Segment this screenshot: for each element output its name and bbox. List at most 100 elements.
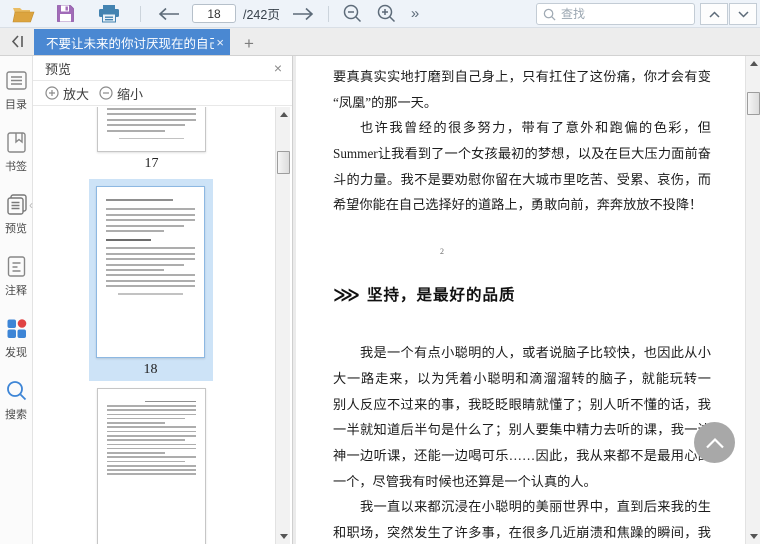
thumb-text-block — [104, 208, 197, 232]
scroll-up-icon[interactable] — [746, 56, 760, 71]
thumb-text-line — [106, 269, 164, 272]
page-thumbnail-selected[interactable] — [96, 186, 205, 358]
thumb-text-block — [105, 404, 198, 476]
bookmark-icon — [6, 132, 26, 153]
find-input[interactable] — [561, 7, 688, 21]
search-icon — [6, 381, 26, 401]
text-line: 也许我曾经的很多努力，带有了意外和跑偏的色彩，但 — [360, 120, 711, 136]
open-file-icon[interactable] — [12, 5, 35, 23]
panel-close-icon[interactable]: × — [274, 61, 282, 75]
scroll-up-icon[interactable] — [276, 107, 291, 122]
thumbnail-zoom-in-button[interactable]: 放大 — [45, 84, 89, 103]
text-line: 一个，尽管我有时候也还算是一个认真的人。 — [333, 473, 597, 489]
new-tab-icon[interactable]: + — [244, 35, 254, 52]
section-mark: 2 — [440, 247, 444, 257]
text-line: 斗的力量。我不是要劝慰你留在大城市里吃苦、受累、哀伤，而是 — [333, 171, 711, 187]
preview-icon — [6, 194, 27, 215]
document-scrollbar[interactable] — [745, 56, 760, 544]
print-icon[interactable] — [98, 4, 120, 23]
sidebar-label: 预览 — [5, 223, 27, 235]
workspace: 目录 书签 预览 注释 发现 搜索 ‹ 预览 × 放大 缩小 17 18 要真真… — [0, 56, 760, 544]
thumbnail-zoom-out-button[interactable]: 缩小 — [99, 84, 143, 103]
next-page-icon[interactable] — [292, 7, 314, 21]
thumb-text-line — [106, 213, 195, 216]
sidebar-label: 搜索 — [5, 409, 27, 421]
more-tools-icon[interactable]: » — [411, 5, 419, 22]
thumb-text-line — [106, 263, 185, 266]
thumbnail-scrollbar[interactable] — [275, 107, 290, 544]
page-thumbnail[interactable] — [97, 388, 206, 544]
zoom-out-icon[interactable] — [342, 3, 363, 24]
thumb-footer-line — [118, 137, 185, 140]
toolbar-separator — [140, 5, 141, 22]
tab-close-icon[interactable]: × — [216, 36, 224, 49]
thumb-text-line — [107, 404, 196, 407]
previous-page-icon[interactable] — [158, 7, 180, 21]
document-tab[interactable]: 不要让未来的你讨厌现在的自己 × — [34, 29, 230, 55]
text-line: 一半就知道后半句是什么了；别人要集中精力去听的课，我一边走 — [333, 422, 711, 438]
sidebar-item-discover[interactable]: 发现 — [0, 316, 32, 378]
thumb-text-block — [104, 247, 197, 288]
sidebar-item-toc[interactable]: 目录 — [0, 68, 32, 130]
text-line: 和职场，突然发生了许多事，在很多几近崩溃和焦躁的瞬间，我发 — [333, 524, 711, 540]
zoom-out-label: 缩小 — [117, 86, 144, 102]
thumb-text-line — [107, 452, 165, 454]
text-line: 我一直以来都沉浸在小聪明的美丽世界中，直到后来我的生活 — [360, 499, 711, 515]
page-thumbnail[interactable] — [97, 107, 206, 152]
find-box — [536, 3, 695, 25]
collapse-left-icon[interactable] — [4, 28, 30, 54]
preview-panel: 预览 × 放大 缩小 17 18 — [33, 56, 293, 544]
scrollbar-thumb[interactable] — [747, 92, 760, 115]
text-line: 我是一个有点小聪明的人，或者说脑子比较快，也因此从小到 — [360, 345, 711, 361]
text-line: 大一路走来，以为凭着小聪明和滴溜溜转的脑子，就能玩转一切。 — [333, 370, 711, 386]
text-line: 神一边听课，还能一边喝可乐……因此，我从来都不是最用心的那 — [333, 447, 711, 463]
thumb-text-line — [107, 473, 196, 476]
thumb-text-line — [106, 274, 195, 277]
thumbnail-list: 17 18 — [33, 107, 292, 544]
preview-panel-header: 预览 × — [33, 56, 292, 81]
zoom-in-icon[interactable] — [376, 3, 397, 24]
thumb-text-line — [106, 224, 185, 227]
page-total-label: /242页 — [243, 8, 280, 22]
sidebar-label: 注释 — [5, 285, 27, 297]
sidebar-item-search[interactable]: 搜索 — [0, 378, 32, 440]
scroll-down-icon[interactable] — [746, 529, 760, 544]
sidebar-item-preview[interactable]: 预览 — [0, 192, 32, 254]
triple-chevron-icon: ⋙ — [333, 285, 360, 307]
find-next-icon[interactable] — [729, 3, 757, 25]
thumb-text-line — [106, 279, 195, 282]
zoom-in-label: 放大 — [63, 86, 90, 102]
sidebar-item-bookmark[interactable]: 书签 — [0, 130, 32, 192]
thumb-text-line — [107, 434, 196, 437]
text-line: 别人反应不过来的事，我眨眨眼睛就懂了；别人听不懂的话，我听 — [333, 396, 711, 412]
sidebar-item-annotation[interactable]: 注释 — [0, 254, 32, 316]
thumb-text-line — [107, 469, 196, 471]
save-icon[interactable] — [56, 4, 75, 23]
discover-icon — [7, 319, 26, 338]
scroll-down-icon[interactable] — [276, 529, 291, 544]
main-toolbar: /242页 » — [0, 0, 760, 28]
find-previous-icon[interactable] — [700, 3, 728, 25]
thumb-text-line — [107, 129, 165, 132]
back-to-top-button[interactable] — [694, 422, 735, 463]
sidebar-label: 发现 — [5, 347, 27, 359]
thumb-text-line — [107, 124, 186, 127]
text-line: “凤凰”的那一天。 — [333, 94, 438, 110]
left-sidebar: 目录 书签 预览 注释 发现 搜索 ‹ — [0, 56, 33, 544]
thumb-text-line — [106, 208, 195, 211]
thumbnail-page-number: 18 — [143, 362, 158, 377]
text-line: 要真真实实地打磨到自己身上，只有扛住了这份痛，你才会有变成 — [333, 69, 711, 84]
page-number-input[interactable] — [192, 4, 236, 23]
document-view: 要真真实实地打磨到自己身上，只有扛住了这份痛，你才会有变成 “凤凰”的那一天。 … — [293, 56, 760, 544]
thumb-text-line — [107, 456, 196, 458]
thumb-text-line — [107, 460, 186, 463]
tab-title: 不要让未来的你讨厌现在的自己 — [46, 36, 215, 51]
sidebar-label: 书签 — [5, 161, 27, 173]
tab-bar: 不要让未来的你讨厌现在的自己 × + — [0, 28, 760, 56]
thumb-text-line — [107, 426, 196, 428]
thumbnail-zoom-tools: 放大 缩小 — [33, 81, 292, 106]
section-heading: ⋙ 坚持，是最好的品质 — [333, 284, 711, 308]
scrollbar-thumb[interactable] — [277, 151, 290, 174]
thumb-text-line — [107, 108, 196, 110]
plus-circle-icon — [45, 86, 59, 100]
